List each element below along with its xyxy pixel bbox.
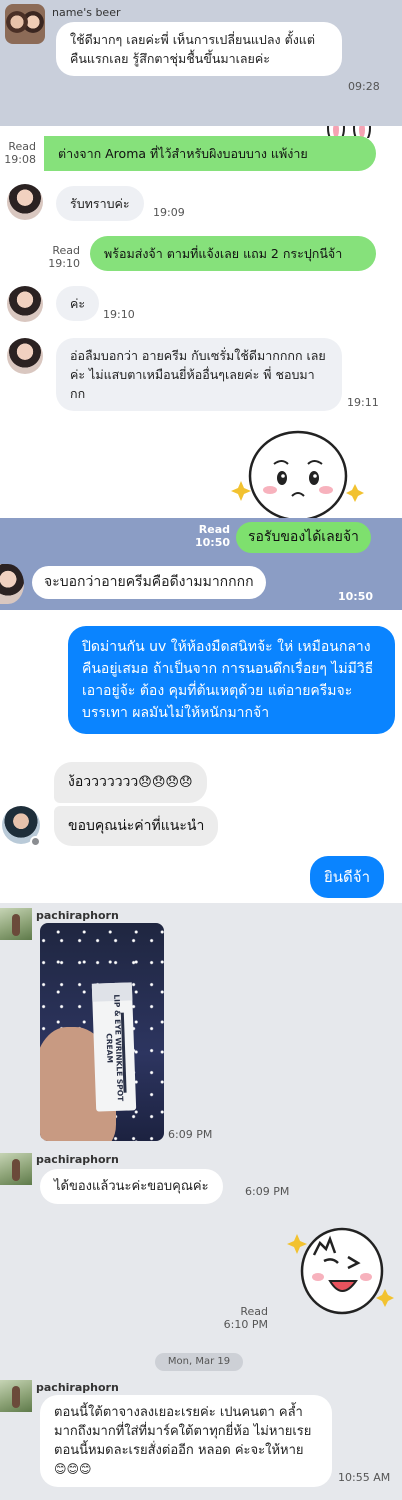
outgoing-message[interactable]: รอรับของได้เลยจ้า — [236, 522, 371, 553]
outgoing-message[interactable]: ต่างจาก Aroma ที่ไว้สำหรับผิงบอบบาง แพ้ง… — [44, 136, 376, 171]
message-text: ง้อววววววว — [68, 774, 139, 790]
emoji-smile-faces: 😊😊😊 — [54, 1462, 92, 1476]
screenshot-panel-3: Read 10:50 รอรับของได้เลยจ้า จะบอกว่าอายค… — [0, 518, 402, 610]
message-time: 09:28 — [348, 80, 380, 93]
read-receipt: Read 19:08 — [4, 140, 36, 166]
incoming-message[interactable]: ขอบคุณน่ะค่าที่แนะนำ — [54, 806, 219, 846]
contact-avatar[interactable] — [0, 908, 32, 940]
message-time: 10:55 AM — [338, 1471, 391, 1484]
message-time: 10:50 — [338, 590, 374, 603]
incoming-message[interactable]: ตอนนี้ใต้ตาจางลงเยอะเรยค่ะ เปนคนตา คล้ำม… — [40, 1395, 332, 1487]
screenshot-panel-1: name's beer ใช้ดีมากๆ เลยค่ะพี่ เห็นการเ… — [0, 0, 402, 126]
incoming-message[interactable]: ง้อววววววว😞😞😞😞 — [54, 762, 207, 803]
message-time: 6:09 PM — [168, 1128, 213, 1141]
sender-avatar[interactable] — [5, 4, 45, 44]
message-time: 19:11 — [347, 396, 379, 409]
contact-avatar[interactable] — [0, 1380, 32, 1412]
read-receipt: Read 19:10 — [48, 244, 80, 270]
incoming-message[interactable]: ใช้ดีมากๆ เลยค่ะพี่ เห็นการเปลี่ยนแปลง ต… — [56, 22, 342, 76]
screenshot-panel-4: ปิดม่านกัน uv ให้ห้องมืดสนิทจ้ะ ให่ เหมื… — [0, 610, 402, 903]
contact-avatar[interactable] — [0, 1153, 32, 1185]
sender-name: pachiraphorn — [36, 1153, 119, 1166]
emoji-sad-faces: 😞😞😞😞 — [138, 775, 193, 790]
messenger-badge-icon — [30, 836, 41, 847]
sender-name: pachiraphorn — [36, 1381, 119, 1394]
contact-avatar[interactable] — [7, 338, 43, 374]
contact-avatar[interactable] — [0, 564, 24, 604]
read-receipt: Read 6:10 PM — [223, 1305, 268, 1331]
outgoing-message[interactable]: พร้อมส่งจ้า ตามที่แจ้งเลย แถม 2 กระปุกนี… — [90, 236, 376, 271]
message-time: 19:10 — [103, 308, 135, 321]
incoming-message[interactable]: ค่ะ — [56, 286, 100, 321]
incoming-message[interactable]: จะบอกว่าอายครีมคือดีงามมากกกก — [32, 566, 266, 599]
incoming-message[interactable]: รับทราบค่ะ — [56, 186, 144, 221]
date-chip: Mon, Mar 19 — [155, 1353, 243, 1371]
read-receipt: Read 10:50 — [194, 523, 230, 549]
sender-name: pachiraphorn — [36, 909, 119, 922]
outgoing-message[interactable]: ปิดม่านกัน uv ให้ห้องมืดสนิทจ้ะ ให่ เหมื… — [68, 626, 395, 734]
incoming-message[interactable]: ได้ของแล้วนะค่ะขอบคุณค่ะ — [40, 1169, 223, 1204]
product-tube: LIP & EYE WRINKLE SPOT CREAM — [91, 982, 137, 1112]
product-photo[interactable]: LIP & EYE WRINKLE SPOT CREAM — [40, 923, 164, 1141]
sticker-crying-face-icon — [231, 430, 364, 518]
screenshot-panel-5: pachiraphorn LIP & EYE WRINKLE SPOT CREA… — [0, 903, 402, 1500]
incoming-message[interactable]: อ่อลืมบอกว่า อายครีม กับเซรั่มใช้ดีมากกก… — [56, 338, 342, 411]
sticker-peace-face-icon — [287, 1227, 394, 1315]
screenshot-panel-2: Read 19:08 ต่างจาก Aroma ที่ไว้สำหรับผิงบ… — [0, 126, 402, 518]
contact-avatar[interactable] — [7, 286, 43, 322]
sender-name: name's beer — [52, 6, 121, 19]
message-time: 19:09 — [153, 206, 185, 219]
message-time: 6:09 PM — [245, 1185, 290, 1198]
contact-avatar[interactable] — [7, 184, 43, 220]
message-text: ตอนนี้ใต้ตาจางลงเยอะเรยค่ะ เปนคนตา คล้ำม… — [54, 1405, 312, 1458]
outgoing-message[interactable]: ยินดีจ้า — [310, 856, 384, 898]
